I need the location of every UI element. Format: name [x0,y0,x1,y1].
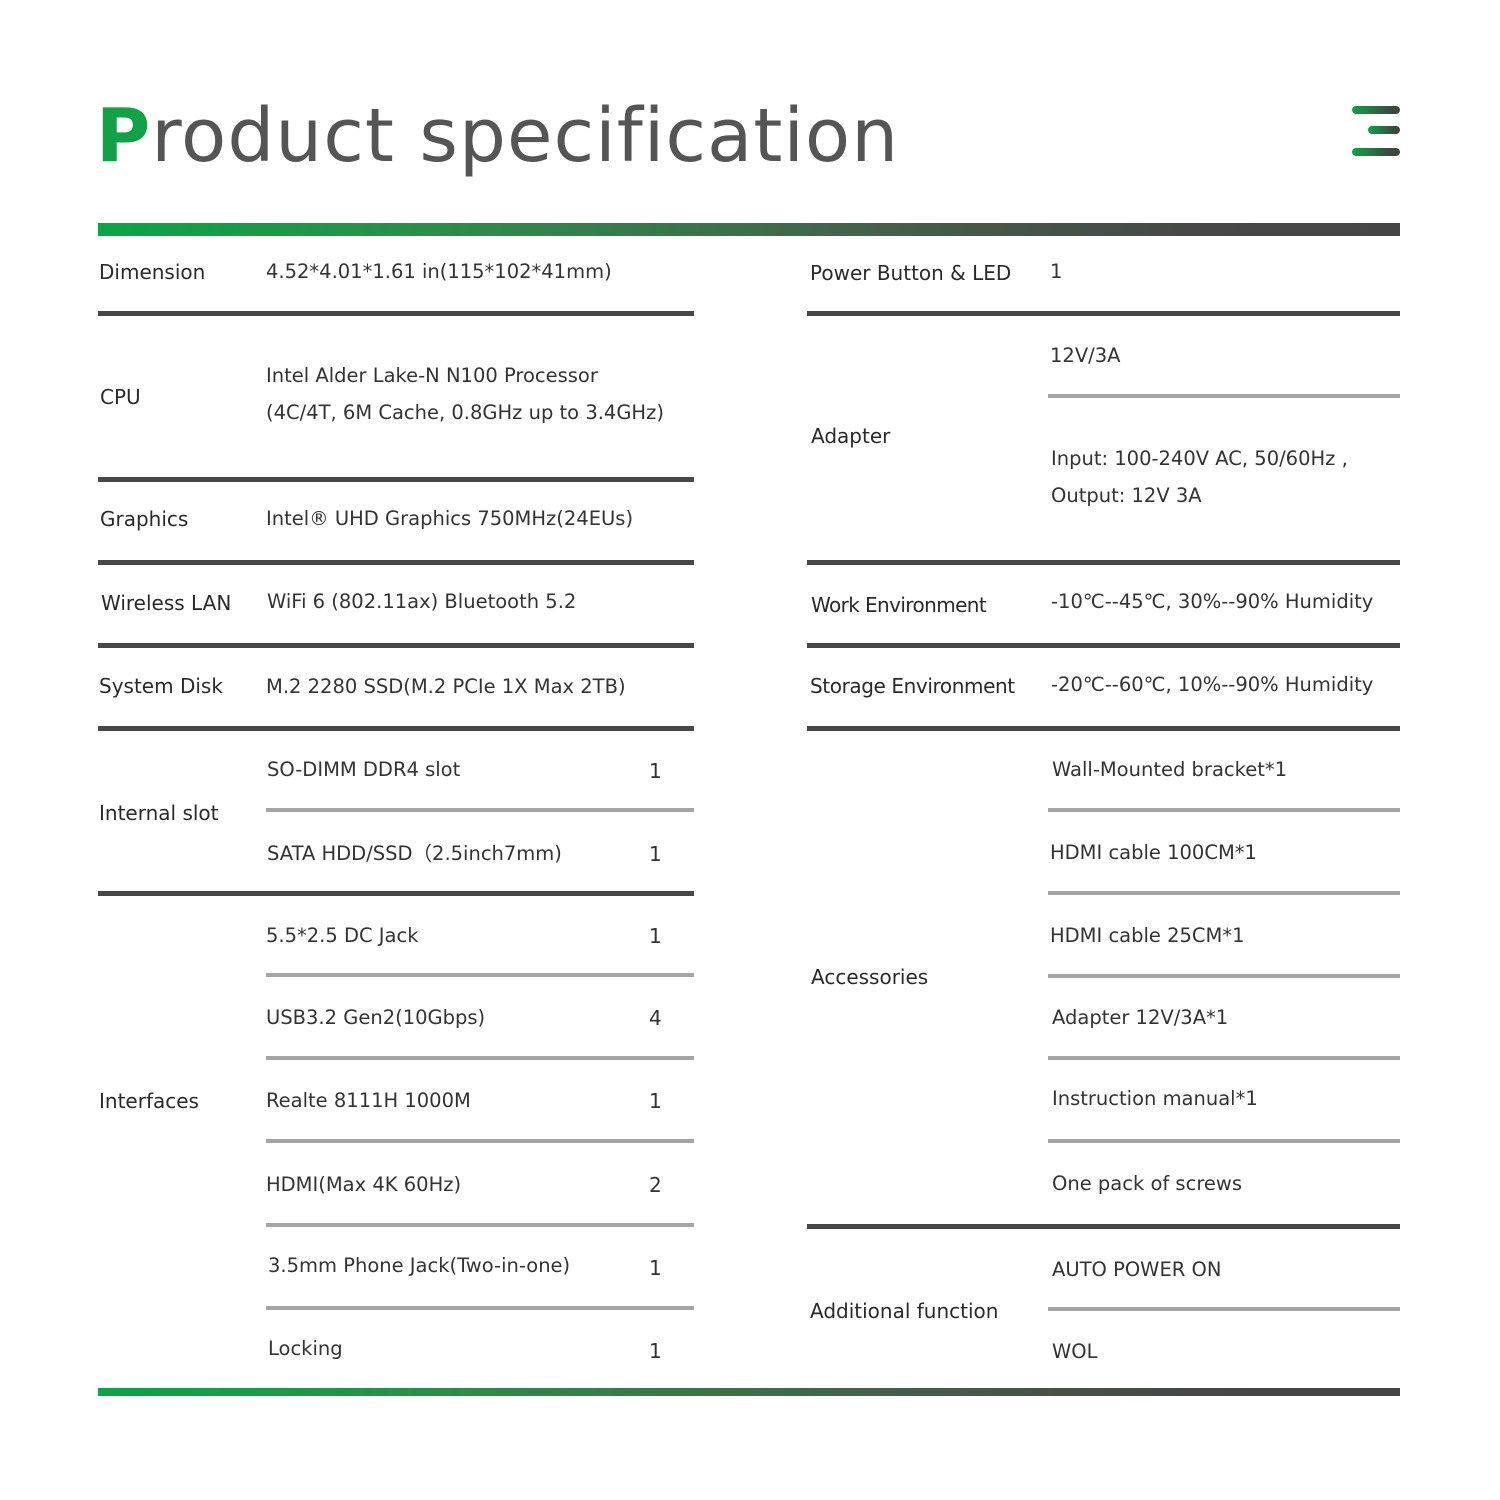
row-divider [807,1224,1400,1229]
bottom-gradient-divider [98,1388,1400,1396]
accessory-item: One pack of screws [1052,1172,1243,1195]
sub-row-divider [266,1223,694,1227]
sub-item-name: SO-DIMM DDR4 slot [267,758,461,781]
spec-value: M.2 2280 SSD(M.2 PCIe 1X Max 2TB) [266,675,626,698]
spec-label: Dimension [99,260,206,284]
row-divider [98,726,694,731]
sub-item-count: 1 [649,924,662,948]
spec-label: Internal slot [99,801,219,825]
sub-item-count: 1 [649,1256,662,1280]
spec-value-rating: 12V/3A [1050,344,1121,367]
function-item: AUTO POWER ON [1052,1258,1222,1281]
sub-item-name: 5.5*2.5 DC Jack [266,924,419,947]
sub-item-name: SATA HDD/SSD（2.5inch7mm) [267,842,562,865]
row-divider [807,311,1400,316]
spec-value: -20℃--60℃, 10%--90% Humidity [1051,673,1374,696]
sub-row-divider [1048,1056,1400,1060]
sub-row-divider [1048,394,1400,398]
spec-value-line1: Input: 100-240V AC, 50/60Hz , [1051,447,1348,470]
spec-value-line2: Output: 12V 3A [1051,484,1202,507]
spec-value-line1: Intel Alder Lake-N N100 Processor [266,364,598,387]
spec-label: Storage Environment [810,674,1015,698]
sub-item-count: 1 [649,1339,662,1363]
sub-row-divider [1048,808,1400,812]
sub-item-name: 3.5mm Phone Jack(Two-in-one) [268,1254,571,1277]
row-divider [98,560,694,565]
page-title: Product specification [96,88,899,184]
spec-label: Power Button & LED [810,261,1012,285]
sub-row-divider [1048,974,1400,978]
spec-value: Intel® UHD Graphics 750MHz(24EUs) [266,507,634,530]
sub-row-divider [1048,1139,1400,1143]
spec-label: Adapter [811,424,891,448]
function-item: WOL [1052,1340,1098,1363]
spec-value: 4.52*4.01*1.61 in(115*102*41mm) [266,260,612,283]
page-title-rest: roduct specification [151,93,900,179]
sub-item-count: 1 [649,1089,662,1113]
accessory-item: HDMI cable 100CM*1 [1050,841,1257,864]
sub-item-count: 2 [649,1173,662,1197]
sub-item-name: Realte 8111H 1000M [266,1089,471,1112]
spec-value: -10℃--45℃, 30%--90% Humidity [1051,590,1374,613]
accessory-item: Instruction manual*1 [1052,1087,1258,1110]
spec-label: CPU [100,385,141,409]
sub-item-count: 1 [649,759,662,783]
sub-row-divider [266,808,694,812]
sub-item-name: USB3.2 Gen2(10Gbps) [266,1006,486,1029]
spec-label: Work Environment [811,593,987,617]
sub-row-divider [266,973,694,977]
row-divider [807,643,1400,648]
sub-row-divider [1048,1307,1400,1311]
row-divider [98,643,694,648]
spec-label: Additional function [810,1299,999,1323]
row-divider [807,560,1400,565]
spec-label: Accessories [811,965,929,989]
sub-row-divider [266,1139,694,1143]
row-divider [98,477,694,482]
sub-row-divider [266,1306,694,1310]
sub-item-count: 1 [649,842,662,866]
menu-icon [1350,104,1402,158]
spec-value: 1 [1050,260,1063,283]
row-divider [807,726,1400,731]
row-divider [98,311,694,316]
spec-label: Graphics [100,507,189,531]
page-title-first-letter: P [96,93,152,179]
sub-row-divider [266,1056,694,1060]
sub-item-name: Locking [268,1337,343,1360]
accessory-item: Adapter 12V/3A*1 [1052,1006,1229,1029]
spec-label: Wireless LAN [101,591,232,615]
spec-value-line2: (4C/4T, 6M Cache, 0.8GHz up to 3.4GHz) [266,401,664,424]
top-gradient-divider [98,223,1400,236]
accessory-item: HDMI cable 25CM*1 [1050,924,1245,947]
row-divider [98,891,694,896]
spec-value: WiFi 6 (802.11ax) Bluetooth 5.2 [267,590,577,613]
spec-label: System Disk [99,674,223,698]
sub-item-count: 4 [649,1006,662,1030]
sub-row-divider [1048,891,1400,895]
spec-label: Interfaces [99,1089,199,1113]
accessory-item: Wall-Mounted bracket*1 [1052,758,1288,781]
sub-item-name: HDMI(Max 4K 60Hz) [266,1173,462,1196]
